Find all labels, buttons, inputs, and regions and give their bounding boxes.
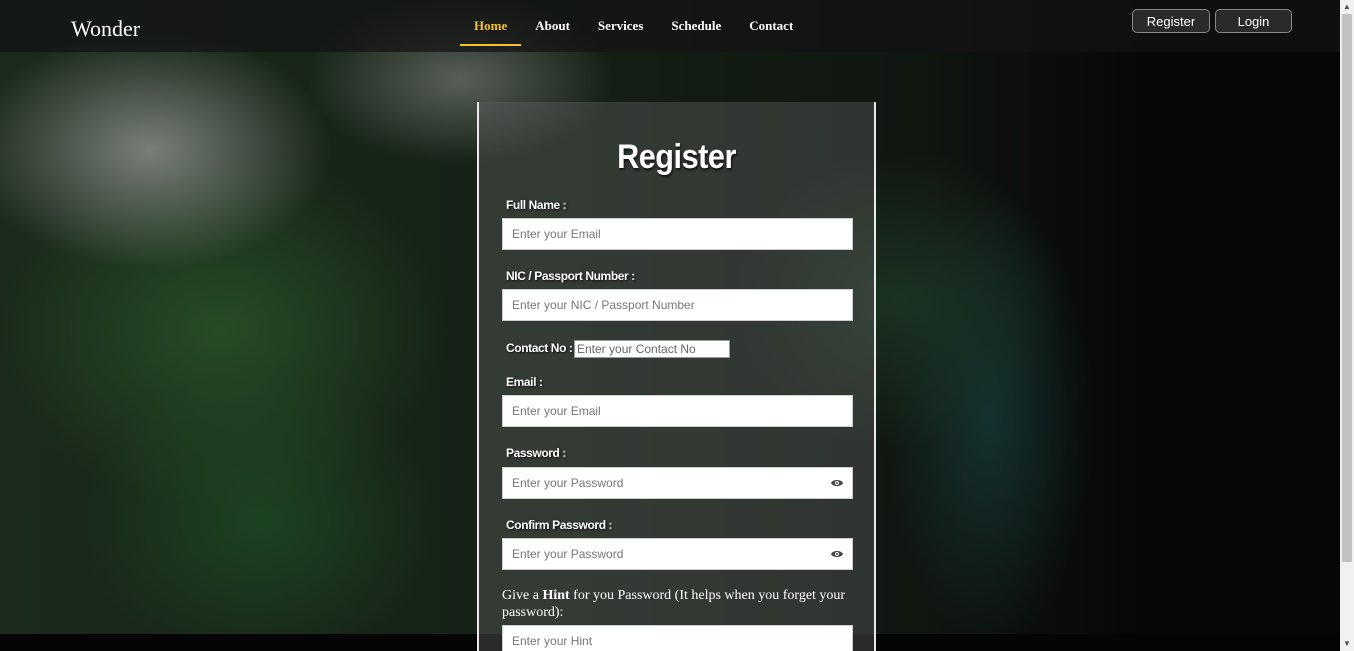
scroll-up-icon[interactable]: ▲: [1340, 0, 1354, 14]
full-name-input[interactable]: [502, 218, 853, 250]
contact-input[interactable]: [574, 340, 730, 358]
scrollbar-thumb[interactable]: [1342, 14, 1352, 562]
brand-logo[interactable]: Wonder: [71, 16, 140, 42]
nav-links: Home About Services Schedule Contact: [460, 0, 807, 48]
password-label: Password :: [506, 446, 567, 460]
email-label: Email :: [506, 375, 543, 389]
navbar: Wonder Home About Services Schedule Cont…: [0, 0, 1340, 52]
page-scrollbar[interactable]: ▲ ▼: [1340, 0, 1354, 651]
form-title: Register: [617, 138, 736, 176]
hint-label: Give a Hint for you Password (It helps w…: [502, 587, 854, 621]
hint-bold: Hint: [542, 588, 570, 603]
nav-link-schedule[interactable]: Schedule: [657, 0, 735, 46]
email-input[interactable]: [502, 395, 853, 427]
nav-link-home[interactable]: Home: [460, 0, 522, 46]
nav-link-services[interactable]: Services: [584, 0, 657, 46]
register-form-card: Register Full Name : NIC / Passport Numb…: [477, 102, 876, 651]
auth-buttons: Register Login: [1132, 9, 1292, 33]
confirm-password-label: Confirm Password :: [506, 518, 613, 532]
full-name-label: Full Name :: [506, 198, 567, 212]
contact-label: Contact No :: [506, 341, 573, 355]
eye-icon[interactable]: [830, 549, 844, 559]
nic-label: NIC / Passport Number :: [506, 269, 635, 283]
login-button[interactable]: Login: [1215, 9, 1292, 33]
hint-input[interactable]: [502, 625, 853, 651]
password-input[interactable]: [502, 467, 853, 499]
nic-input[interactable]: [502, 289, 853, 321]
register-button[interactable]: Register: [1132, 9, 1210, 33]
hint-prefix: Give a: [502, 588, 539, 603]
scroll-down-icon[interactable]: ▼: [1340, 637, 1354, 651]
nav-link-contact[interactable]: Contact: [735, 0, 807, 46]
nav-link-about[interactable]: About: [521, 0, 584, 46]
eye-icon[interactable]: [830, 478, 844, 488]
confirm-password-input[interactable]: [502, 538, 853, 570]
